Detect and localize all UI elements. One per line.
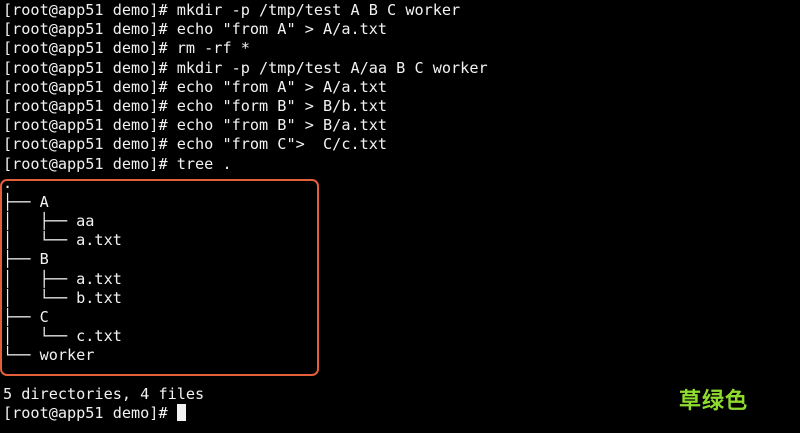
terminal-line: [root@app51 demo]# echo "from A" > A/a.t… bbox=[3, 20, 388, 39]
terminal-line: [root@app51 demo]# echo "form B" > B/b.t… bbox=[3, 96, 388, 115]
terminal-window[interactable]: [root@app51 demo]# mkdir -p /tmp/test A … bbox=[0, 0, 800, 433]
tree-line: │ └── c.txt bbox=[3, 327, 122, 346]
terminal-line: [root@app51 demo]# echo "from B" > B/a.t… bbox=[3, 116, 388, 135]
terminal-line: [root@app51 demo]# mkdir -p /tmp/test A/… bbox=[3, 58, 488, 77]
tree-line: │ ├── a.txt bbox=[3, 269, 122, 288]
watermark-text: 草绿色 bbox=[679, 389, 749, 414]
terminal-line: [root@app51 demo]# mkdir -p /tmp/test A … bbox=[3, 1, 461, 19]
terminal-line: [root@app51 demo]# rm -rf * bbox=[3, 39, 250, 58]
terminal-line: [root@app51 demo]# tree . bbox=[3, 154, 232, 173]
tree-line: ├── A bbox=[3, 192, 49, 211]
terminal-line: [root@app51 demo]# echo "from A" > A/a.t… bbox=[3, 77, 388, 96]
prompt-text: [root@app51 demo]# bbox=[3, 403, 177, 422]
tree-line: │ ├── aa bbox=[3, 212, 95, 231]
tree-line: └── worker bbox=[3, 346, 95, 365]
command-history: [root@app51 demo]# mkdir -p /tmp/test A … bbox=[0, 1, 800, 174]
text-cursor bbox=[176, 403, 186, 421]
tree-line: │ └── a.txt bbox=[3, 231, 122, 250]
tree-line: . bbox=[3, 173, 13, 192]
tree-line: │ └── b.txt bbox=[3, 288, 122, 307]
tree-line: ├── C bbox=[3, 308, 49, 326]
tree-output: . ├── A │ ├── aa │ └── a.txt ├── B │ ├──… bbox=[0, 174, 800, 366]
tree-line: ├── B bbox=[3, 250, 49, 269]
terminal-line: [root@app51 demo]# echo "from C"> C/c.tx… bbox=[3, 135, 388, 154]
